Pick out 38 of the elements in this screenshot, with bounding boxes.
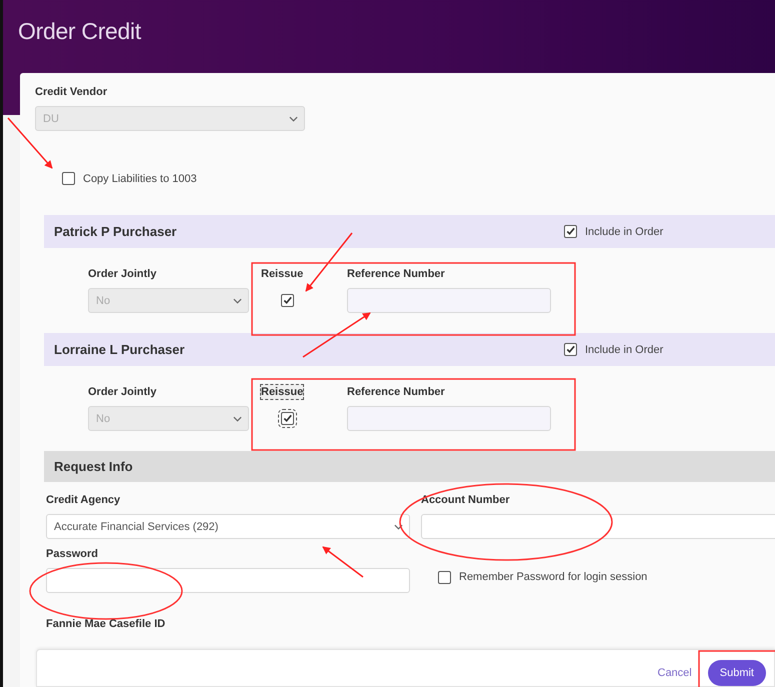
checkbox[interactable] bbox=[281, 294, 294, 307]
dropdown[interactable]: Accurate Financial Services (292) bbox=[46, 514, 410, 539]
chevron-icon bbox=[233, 416, 242, 422]
submit-button[interactable]: Submit bbox=[708, 660, 766, 686]
chevron-icon bbox=[394, 524, 403, 530]
chevron-icon bbox=[289, 116, 298, 122]
input-field[interactable] bbox=[421, 514, 775, 539]
cancel-link[interactable]: Cancel bbox=[658, 667, 692, 679]
field-label: Credit Agency bbox=[46, 493, 122, 507]
checkbox[interactable] bbox=[438, 570, 451, 584]
checkbox[interactable] bbox=[564, 225, 577, 238]
field-label: Reissue bbox=[260, 384, 304, 400]
password-field[interactable] bbox=[46, 568, 410, 593]
annotation-arrow bbox=[322, 546, 364, 578]
checkbox-label: Include in Order bbox=[585, 226, 664, 238]
borrower-name: Lorraine L Purchaser bbox=[54, 342, 186, 357]
field-label: Order Jointly bbox=[88, 267, 158, 281]
field-label: Order Jointly bbox=[88, 385, 158, 399]
annotation-arrow bbox=[302, 312, 371, 358]
field-label: Credit Vendor bbox=[35, 85, 108, 99]
section-title: Request Info bbox=[54, 459, 134, 474]
field-label: Reference Number bbox=[347, 385, 446, 399]
checkbox[interactable] bbox=[564, 343, 577, 356]
window-title: Order Credit bbox=[18, 18, 142, 45]
chevron-icon bbox=[233, 298, 242, 304]
borrower-name: Patrick P Purchaser bbox=[54, 224, 178, 239]
checkbox-label: Remember Password for login session bbox=[459, 571, 648, 583]
checkbox-label: Include in Order bbox=[585, 344, 664, 356]
field-label: Reference Number bbox=[347, 267, 446, 281]
field-label: Account Number bbox=[421, 493, 511, 507]
input-field[interactable] bbox=[347, 406, 551, 431]
checkbox-label: Copy Liabilities to 1003 bbox=[83, 172, 197, 184]
input-field[interactable] bbox=[347, 288, 551, 313]
checkbox[interactable] bbox=[62, 172, 75, 185]
field-label: Password bbox=[46, 547, 99, 561]
field-label: Fannie Mae Casefile ID bbox=[46, 617, 166, 631]
field-label: Reissue bbox=[260, 267, 304, 282]
checkbox[interactable] bbox=[281, 412, 294, 425]
